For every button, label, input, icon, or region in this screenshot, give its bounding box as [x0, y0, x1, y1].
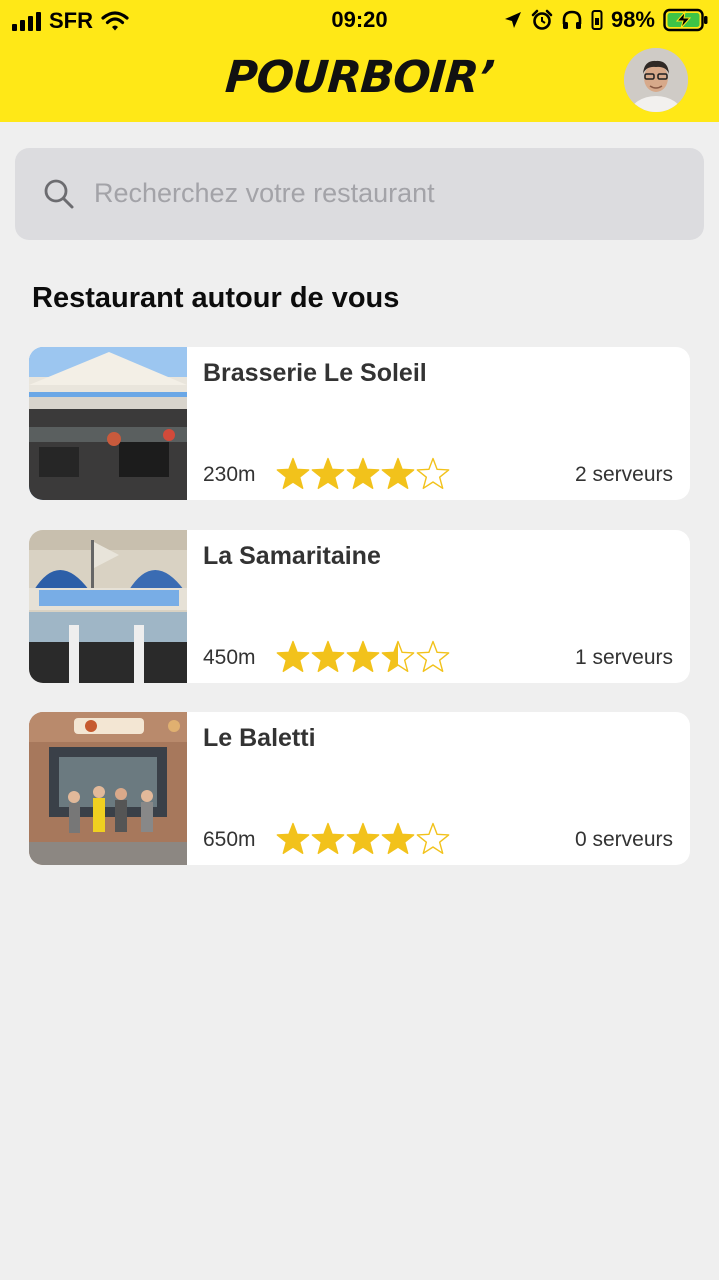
- star-full-icon: [311, 640, 345, 673]
- restaurant-distance: 450m: [203, 646, 256, 669]
- star-full-icon: [311, 457, 345, 490]
- restaurant-card-le-baletti[interactable]: Le Baletti 650m 0 serveurs: [29, 712, 690, 865]
- battery-charging-icon: [663, 8, 708, 32]
- status-right: 98%: [503, 7, 709, 33]
- user-photo-icon: [624, 48, 688, 112]
- star-rating: [276, 640, 450, 673]
- portrait-lock-icon: [591, 10, 603, 30]
- app-logo: POURBOIR’: [223, 52, 496, 103]
- star-full-icon: [346, 822, 380, 855]
- star-full-icon: [276, 640, 310, 673]
- search-input[interactable]: Recherchez votre restaurant: [94, 178, 435, 209]
- star-full-icon: [346, 640, 380, 673]
- location-arrow-icon: [504, 12, 521, 28]
- restaurant-name: Le Baletti: [203, 724, 316, 752]
- restaurant-photo: [29, 530, 187, 683]
- headphones-icon: [562, 10, 582, 29]
- restaurant-distance: 650m: [203, 828, 256, 851]
- server-count: 0 serveurs: [574, 828, 673, 851]
- star-full-icon: [381, 457, 415, 490]
- restaurant-card-brasserie-le-soleil[interactable]: Brasserie Le Soleil 230m 2 serveurs: [29, 347, 690, 500]
- restaurant-photo: [29, 347, 187, 500]
- search-bar[interactable]: Recherchez votre restaurant: [15, 148, 704, 240]
- restaurant-photo: [29, 712, 187, 865]
- search-icon: [44, 179, 74, 209]
- section-title: Restaurant autour de vous: [32, 282, 400, 314]
- star-empty-icon: [416, 822, 450, 855]
- star-full-icon: [276, 457, 310, 490]
- profile-avatar[interactable]: [624, 48, 688, 112]
- server-count: 1 serveurs: [574, 646, 673, 669]
- star-full-icon: [276, 822, 310, 855]
- server-count: 2 serveurs: [574, 463, 673, 486]
- status-bar: SFR 09:20 98%: [0, 0, 719, 40]
- restaurant-card-la-samaritaine[interactable]: La Samaritaine 450m 1 serveurs: [29, 530, 690, 683]
- star-rating: [276, 822, 450, 855]
- battery-percent: 98%: [610, 7, 655, 32]
- restaurant-name: La Samaritaine: [203, 542, 381, 570]
- star-full-icon: [311, 822, 345, 855]
- alarm-icon: [531, 9, 553, 30]
- restaurant-name: Brasserie Le Soleil: [203, 359, 427, 387]
- star-rating: [276, 457, 450, 490]
- star-full-icon: [346, 457, 380, 490]
- star-full-icon: [381, 822, 415, 855]
- star-empty-icon: [416, 640, 450, 673]
- restaurant-distance: 230m: [203, 463, 256, 486]
- star-empty-icon: [416, 457, 450, 490]
